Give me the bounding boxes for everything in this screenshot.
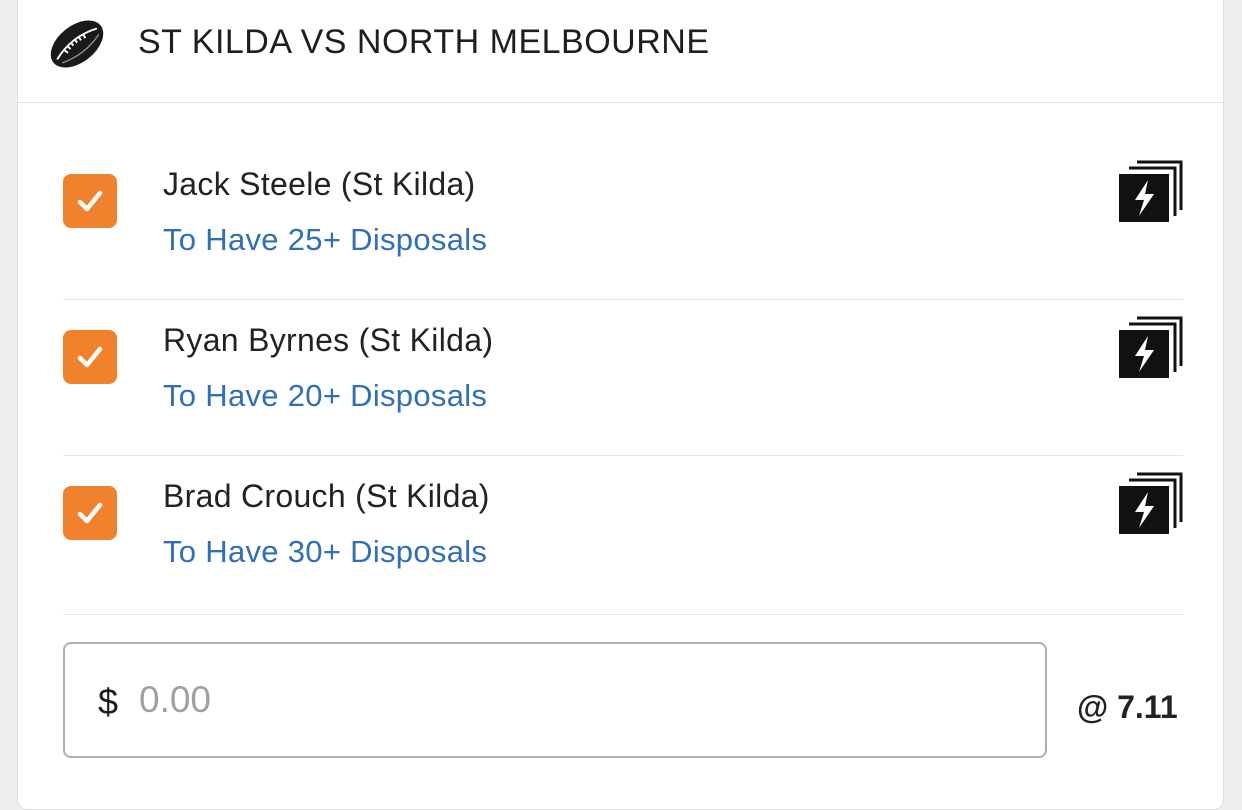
odds-value: @ 7.11: [1077, 689, 1178, 725]
bet-card: ST KILDA VS NORTH MELBOURNE Jack Steele …: [17, 0, 1224, 810]
match-header: ST KILDA VS NORTH MELBOURNE: [18, 1, 1223, 103]
checkmark-icon: [77, 502, 103, 524]
stake-field[interactable]: $: [63, 642, 1047, 758]
checkmark-icon: [77, 190, 103, 212]
bet-leg: Jack Steele (St Kilda) To Have 25+ Dispo…: [63, 144, 1183, 300]
leg-checkbox[interactable]: [63, 174, 117, 228]
same-game-multi-icon[interactable]: [1119, 316, 1183, 380]
bet-leg: Ryan Byrnes (St Kilda) To Have 20+ Dispo…: [63, 300, 1183, 456]
market-link[interactable]: To Have 20+ Disposals: [163, 378, 487, 414]
checkmark-icon: [77, 346, 103, 368]
same-game-multi-icon[interactable]: [1119, 472, 1183, 536]
market-link[interactable]: To Have 25+ Disposals: [163, 222, 487, 258]
leg-checkbox[interactable]: [63, 486, 117, 540]
leg-checkbox[interactable]: [63, 330, 117, 384]
bet-leg: Brad Crouch (St Kilda) To Have 30+ Dispo…: [63, 456, 1183, 615]
stake-input[interactable]: [139, 670, 999, 730]
match-title: ST KILDA VS NORTH MELBOURNE: [138, 23, 710, 61]
same-game-multi-icon[interactable]: [1119, 160, 1183, 224]
football-icon: [50, 20, 104, 68]
market-link[interactable]: To Have 30+ Disposals: [163, 534, 487, 570]
player-name: Brad Crouch (St Kilda): [163, 478, 490, 514]
player-name: Jack Steele (St Kilda): [163, 166, 476, 202]
player-name: Ryan Byrnes (St Kilda): [163, 322, 494, 358]
currency-symbol: $: [98, 681, 119, 722]
